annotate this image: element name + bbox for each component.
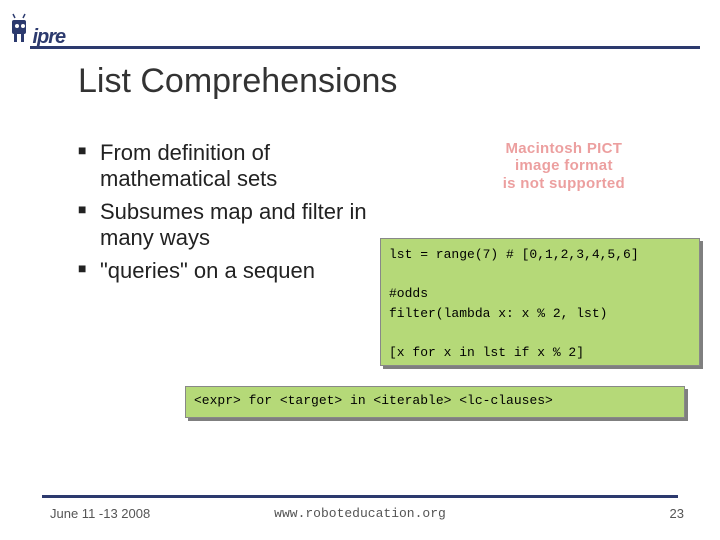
- page-number: 23: [670, 506, 684, 521]
- bullet-item: From definition of mathematical sets: [78, 140, 378, 193]
- missing-image-placeholder: Macintosh PICT image format is not suppo…: [503, 140, 625, 192]
- code-example-syntax: <expr> for <target> in <iterable> <lc-cl…: [185, 386, 685, 418]
- placeholder-line: is not supported: [503, 175, 625, 192]
- footer-url: www.roboteducation.org: [0, 506, 720, 521]
- slide-title: List Comprehensions: [78, 62, 397, 101]
- code-example-main: lst = range(7) # [0,1,2,3,4,5,6] #odds f…: [380, 238, 700, 366]
- bottom-divider: [42, 495, 678, 498]
- placeholder-line: Macintosh PICT: [503, 140, 625, 157]
- top-divider: [30, 46, 700, 49]
- placeholder-line: image format: [503, 157, 625, 174]
- logo: ipre: [8, 12, 88, 47]
- bullet-list: From definition of mathematical sets Sub…: [78, 140, 378, 290]
- robot-icon: [8, 12, 30, 49]
- bullet-item: Subsumes map and filter in many ways: [78, 199, 378, 252]
- bullet-item: "queries" on a sequen: [78, 258, 378, 284]
- footer: June 11 -13 2008 www.roboteducation.org …: [0, 506, 720, 526]
